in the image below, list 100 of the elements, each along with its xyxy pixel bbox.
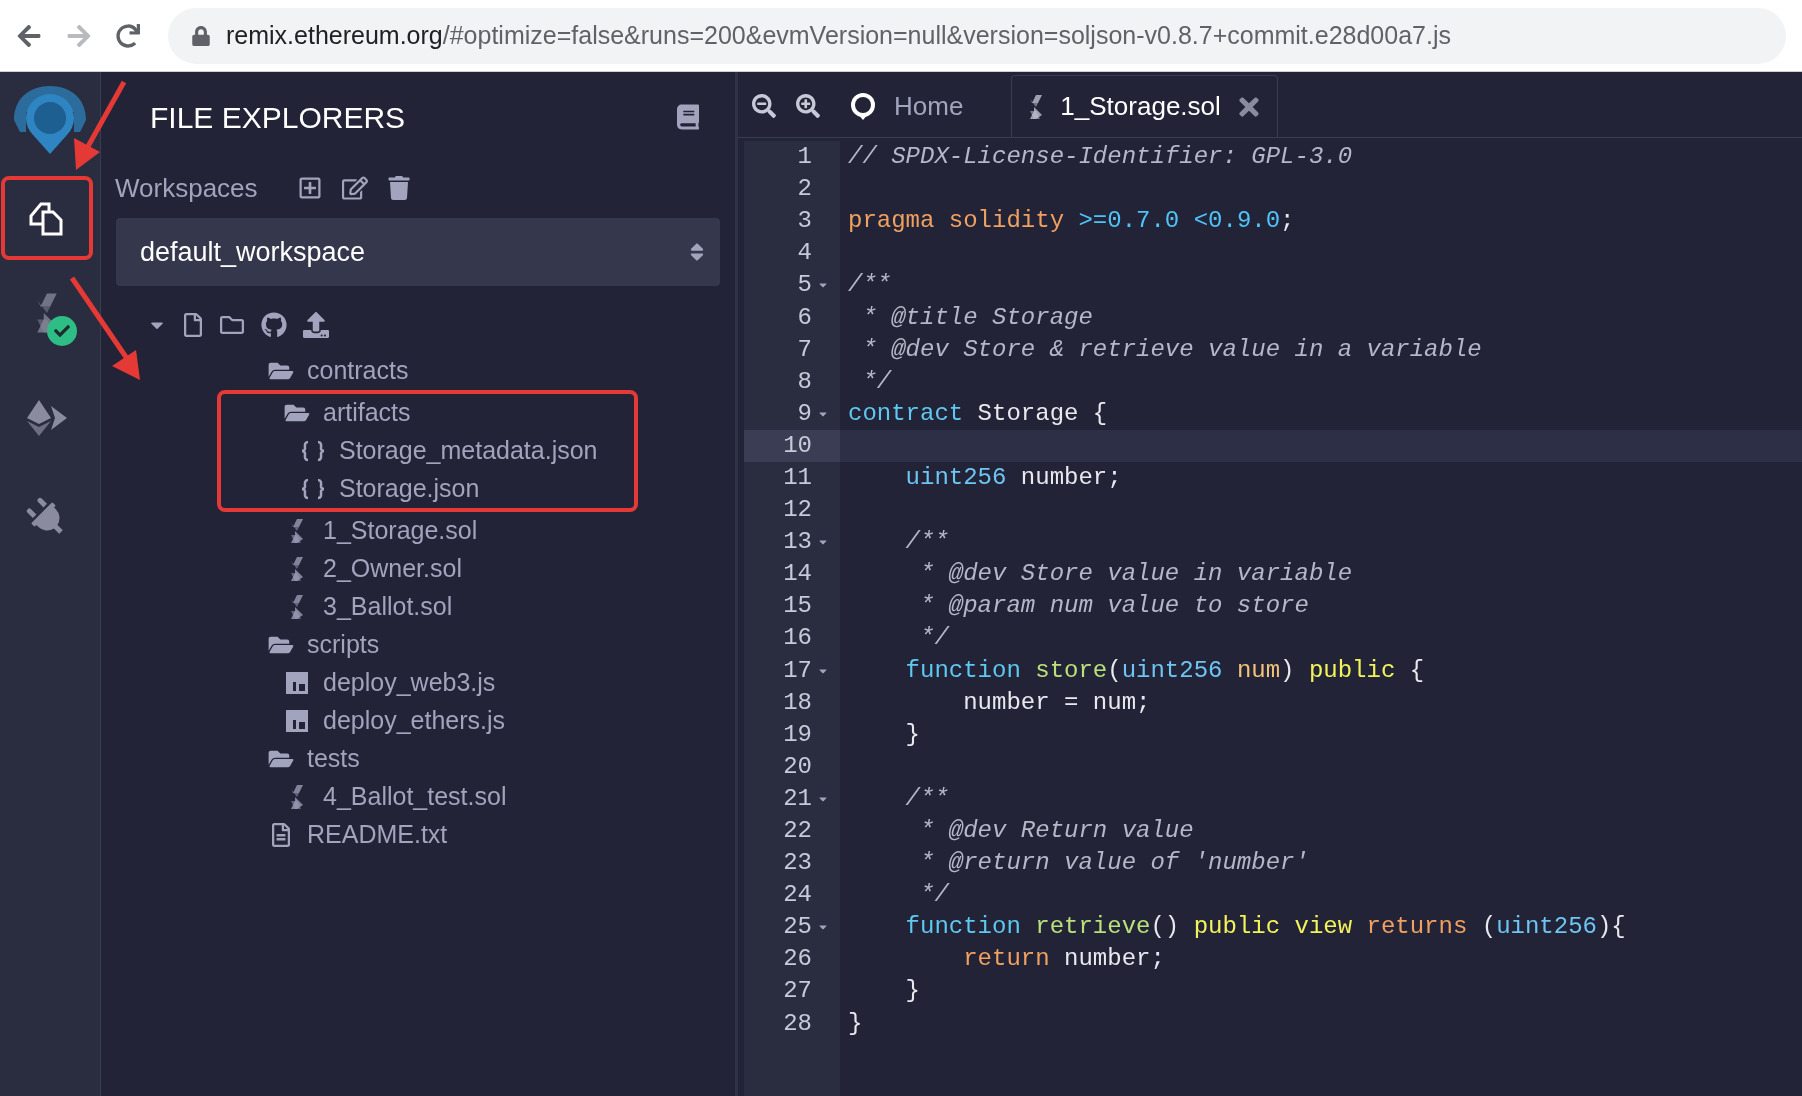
reload-icon[interactable] bbox=[116, 23, 140, 48]
line-number: 26 bbox=[783, 944, 812, 975]
tree-item[interactable]: scripts bbox=[267, 626, 384, 664]
tree-item[interactable]: 4_Ballot_test.sol bbox=[267, 778, 511, 816]
line-number: 22 bbox=[783, 816, 812, 846]
line-number: 17 bbox=[783, 655, 812, 686]
code-line: function store(uint256 num) public { bbox=[904, 655, 1425, 686]
line-number: 2 bbox=[797, 174, 812, 205]
back-icon[interactable] bbox=[16, 22, 42, 49]
line-number: 4 bbox=[797, 238, 812, 269]
upload-icon[interactable] bbox=[303, 312, 329, 338]
code-line: */ bbox=[919, 623, 949, 654]
url-text: remix.ethereum.org/#optimize=false&runs=200&evmVersion=null&version=soljson-v0.8.7+commit.e28d00a7.js bbox=[226, 19, 1451, 51]
line-number: 16 bbox=[783, 623, 812, 654]
code-line: /** bbox=[904, 527, 949, 558]
add-icon[interactable] bbox=[297, 176, 322, 200]
code-line: function retrieve() public view returns (uint256){ bbox=[904, 912, 1626, 943]
line-number: 3 bbox=[797, 206, 812, 237]
new-file-icon[interactable] bbox=[183, 313, 203, 337]
code-line: * @dev Store value in variable bbox=[919, 559, 1353, 590]
sort-arrows-icon bbox=[690, 241, 704, 263]
solidity-icon bbox=[289, 595, 305, 619]
script-file-icon bbox=[286, 710, 308, 732]
lock-icon bbox=[192, 25, 210, 46]
tree-item[interactable]: Storage_metadata.json bbox=[267, 432, 602, 470]
trash-icon[interactable] bbox=[387, 176, 410, 200]
github-icon[interactable] bbox=[261, 312, 287, 338]
ethereum-arrow-icon bbox=[25, 398, 69, 438]
success-badge-icon bbox=[47, 316, 77, 346]
line-number: 20 bbox=[783, 751, 812, 782]
workspace-select[interactable]: default_workspace bbox=[116, 218, 720, 286]
workspaces-label: Workspaces bbox=[115, 171, 258, 205]
editor-tab[interactable]: 1_Storage.sol bbox=[1011, 75, 1278, 137]
book-icon[interactable] bbox=[677, 104, 699, 130]
solidity-icon bbox=[1028, 93, 1045, 120]
line-number: 19 bbox=[783, 719, 812, 750]
open-folder-icon bbox=[268, 634, 294, 656]
tree-item[interactable]: 2_Owner.sol bbox=[267, 550, 466, 588]
tree-item[interactable]: README.txt bbox=[267, 816, 452, 854]
activity-button[interactable] bbox=[1, 176, 93, 260]
tree-item[interactable]: 1_Storage.sol bbox=[267, 512, 482, 550]
solidity-icon bbox=[289, 519, 305, 543]
code-line: contract Storage { bbox=[848, 398, 1108, 429]
code-line: /** bbox=[904, 783, 949, 814]
script-file-icon bbox=[286, 672, 308, 694]
edit-icon[interactable] bbox=[341, 176, 368, 200]
tree-item[interactable]: artifacts bbox=[267, 394, 415, 432]
tree-item[interactable]: deploy_ethers.js bbox=[267, 702, 510, 740]
new-folder-icon[interactable] bbox=[219, 313, 245, 337]
line-number: 8 bbox=[797, 366, 812, 397]
code-line: * @title Storage bbox=[861, 302, 1093, 333]
editor-tab[interactable]: Home bbox=[836, 75, 1012, 137]
code-line: */ bbox=[861, 366, 892, 397]
line-number: 11 bbox=[783, 463, 812, 493]
code-line: return number; bbox=[962, 944, 1165, 975]
open-folder-icon bbox=[268, 360, 294, 382]
line-number: 28 bbox=[783, 1008, 812, 1039]
code-line: // SPDX-License-Identifier: GPL-3.0 bbox=[848, 142, 1353, 173]
line-number: 14 bbox=[783, 559, 812, 590]
solidity-icon bbox=[289, 785, 305, 809]
code-line: * @dev Return value bbox=[919, 816, 1194, 846]
line-number: 12 bbox=[783, 495, 812, 526]
text-file-icon bbox=[271, 823, 291, 847]
code-line: * @param num value to store bbox=[919, 591, 1309, 622]
tree-item[interactable]: 3_Ballot.sol bbox=[267, 588, 457, 626]
braces-icon bbox=[299, 478, 327, 500]
zoom-out-icon[interactable] bbox=[752, 94, 776, 118]
code-line: * @dev Store & retrieve value in a variable bbox=[861, 334, 1482, 365]
line-number: 23 bbox=[783, 848, 812, 879]
line-number: 9 bbox=[797, 398, 812, 429]
line-number: 10 bbox=[783, 430, 812, 461]
line-number: 18 bbox=[783, 687, 812, 718]
tree-item[interactable]: deploy_web3.js bbox=[267, 664, 500, 702]
line-number: 24 bbox=[783, 880, 812, 911]
code-line: } bbox=[904, 976, 920, 1007]
line-number: 5 bbox=[797, 270, 812, 301]
address-bar[interactable]: remix.ethereum.org/#optimize=false&runs=200&evmVersion=null&version=soljson-v0.8.7+commit.e28d00a7.js bbox=[168, 7, 1786, 64]
code-line: } bbox=[904, 719, 920, 750]
tree-item[interactable]: contracts bbox=[267, 352, 413, 390]
zoom-in-icon[interactable] bbox=[796, 94, 820, 118]
code-line: */ bbox=[919, 880, 949, 911]
code-line: * @return value of 'number' bbox=[919, 848, 1309, 879]
line-number: 25 bbox=[783, 912, 812, 943]
open-folder-icon bbox=[268, 748, 294, 770]
tree-item[interactable]: Storage.json bbox=[267, 470, 484, 508]
line-number: 6 bbox=[797, 302, 812, 333]
braces-icon bbox=[299, 440, 327, 462]
panel-title: FILE EXPLORERS bbox=[150, 99, 406, 136]
open-folder-icon bbox=[284, 402, 310, 424]
code-line: uint256 number; bbox=[904, 463, 1122, 493]
tree-item[interactable]: tests bbox=[267, 740, 364, 778]
line-number: 13 bbox=[783, 527, 812, 558]
code-line: /** bbox=[848, 270, 892, 301]
code-line: } bbox=[848, 1008, 863, 1039]
code-line: pragma solidity >=0.7.0 <0.9.0; bbox=[848, 206, 1295, 237]
line-number: 15 bbox=[783, 591, 812, 622]
solidity-icon bbox=[289, 557, 305, 581]
line-number: 7 bbox=[797, 334, 812, 365]
line-number: 27 bbox=[783, 976, 812, 1007]
code-line: number = num; bbox=[962, 687, 1151, 718]
